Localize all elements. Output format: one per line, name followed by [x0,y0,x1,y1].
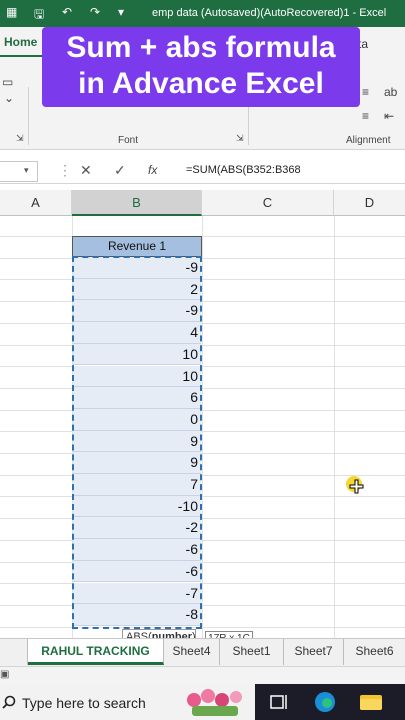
gridline [0,474,405,476]
font-launcher-icon[interactable]: ⇲ [236,133,244,144]
table-header-revenue[interactable]: Revenue 1 [72,236,202,257]
gridline [0,431,405,433]
windows-taskbar: Type here to search [0,684,405,720]
cursor-icon [346,476,364,494]
chevron-down-icon[interactable]: ▾ [24,165,29,176]
sheet-tab-sheet7[interactable]: Sheet7 [284,639,344,665]
redo-icon[interactable]: ↷ [90,5,100,19]
insert-function-button[interactable]: fx [148,163,157,177]
sheet-tab-bar: RAHUL TRACKING Sheet4 Sheet1 Sheet7 Shee… [0,638,405,666]
gridline [0,561,405,563]
gridline [0,322,405,324]
gridline [0,236,405,237]
wrap-text-icon[interactable]: ab [384,85,397,99]
edge-icon[interactable] [312,690,338,714]
status-bar: ▣ [0,666,405,684]
column-header-b[interactable]: B [72,190,202,216]
gridline [0,279,405,281]
gridline [0,366,405,368]
gridline [0,518,405,520]
sheet-tab-sheet1[interactable]: Sheet1 [220,639,284,665]
video-caption: Sum + abs formula in Advance Excel [42,27,360,107]
flowers-icon [187,689,242,716]
taskbar-search-box[interactable]: Type here to search [0,684,255,720]
caption-line-1: Sum + abs formula [66,31,336,64]
caption-line-2: in Advance Excel [78,67,324,100]
copy-selection-border [72,256,202,629]
clipboard-launcher-icon[interactable]: ⇲ [16,133,24,144]
save-icon[interactable]: 🖫 [34,5,44,26]
worksheet-grid[interactable]: A B C D Revenue 1 -9 2 -9 4 10 10 6 0 9 9 7 -10 -2 -6… [0,190,405,638]
name-box[interactable]: ▾ [0,161,38,182]
more-icon: ⋮ [58,162,72,178]
format-painter-icon[interactable]: ⌄ [4,91,14,105]
title-bar: ▦ 🖫 ↶ ↷ ▾ emp data (Autosaved)(AutoRecov… [0,0,405,27]
gridline [0,453,405,454]
enter-icon[interactable]: ✓ [114,162,126,179]
gridline [0,409,405,411]
column-header-d[interactable]: D [334,190,405,216]
gridline [0,583,405,585]
gridline [0,257,405,259]
gridline [0,496,405,498]
formula-bar: ▾ ⋮ ✕ ✓ fx =SUM(ABS(B352:B368 [0,159,405,184]
window-title: emp data (Autosaved)(AutoRecovered)1 - E… [152,7,387,19]
gridline [0,344,405,346]
group-label-font: Font [118,135,139,146]
cancel-icon[interactable]: ✕ [80,162,92,179]
macro-record-icon[interactable]: ▣ [0,669,9,680]
sheet-tab-rahul-tracking[interactable]: RAHUL TRACKING [28,639,164,665]
excel-logo-icon: ▦ [6,5,18,19]
search-placeholder: Type here to search [22,695,146,711]
merge-icon[interactable]: ⇤ [384,109,394,123]
task-view-icon[interactable] [266,690,292,714]
gridline [0,387,405,389]
align-left-icon[interactable]: ≡ [362,109,369,123]
paste-icon[interactable]: ▭ [2,75,13,89]
gridline [0,539,405,541]
align-top-icon[interactable]: ≡ [362,85,369,99]
customize-toolbar-icon[interactable]: ▾ [118,5,124,19]
sheet-tab-sheet6[interactable]: Sheet6 [344,639,405,665]
formula-input[interactable]: =SUM(ABS(B352:B368 [186,164,301,176]
column-header-c[interactable]: C [202,190,334,216]
group-label-alignment: Alignment [346,135,391,146]
tab-scroll-area[interactable] [0,639,28,665]
file-explorer-icon[interactable] [358,690,384,714]
tab-home[interactable]: Home [0,35,42,57]
gridline [0,604,405,606]
gridline [0,626,405,628]
sheet-tab-sheet4[interactable]: Sheet4 [164,639,220,665]
group-divider [28,87,29,145]
search-icon [2,695,16,709]
column-header-a[interactable]: A [0,190,72,216]
gridline [0,301,405,303]
undo-icon[interactable]: ↶ [62,5,72,19]
